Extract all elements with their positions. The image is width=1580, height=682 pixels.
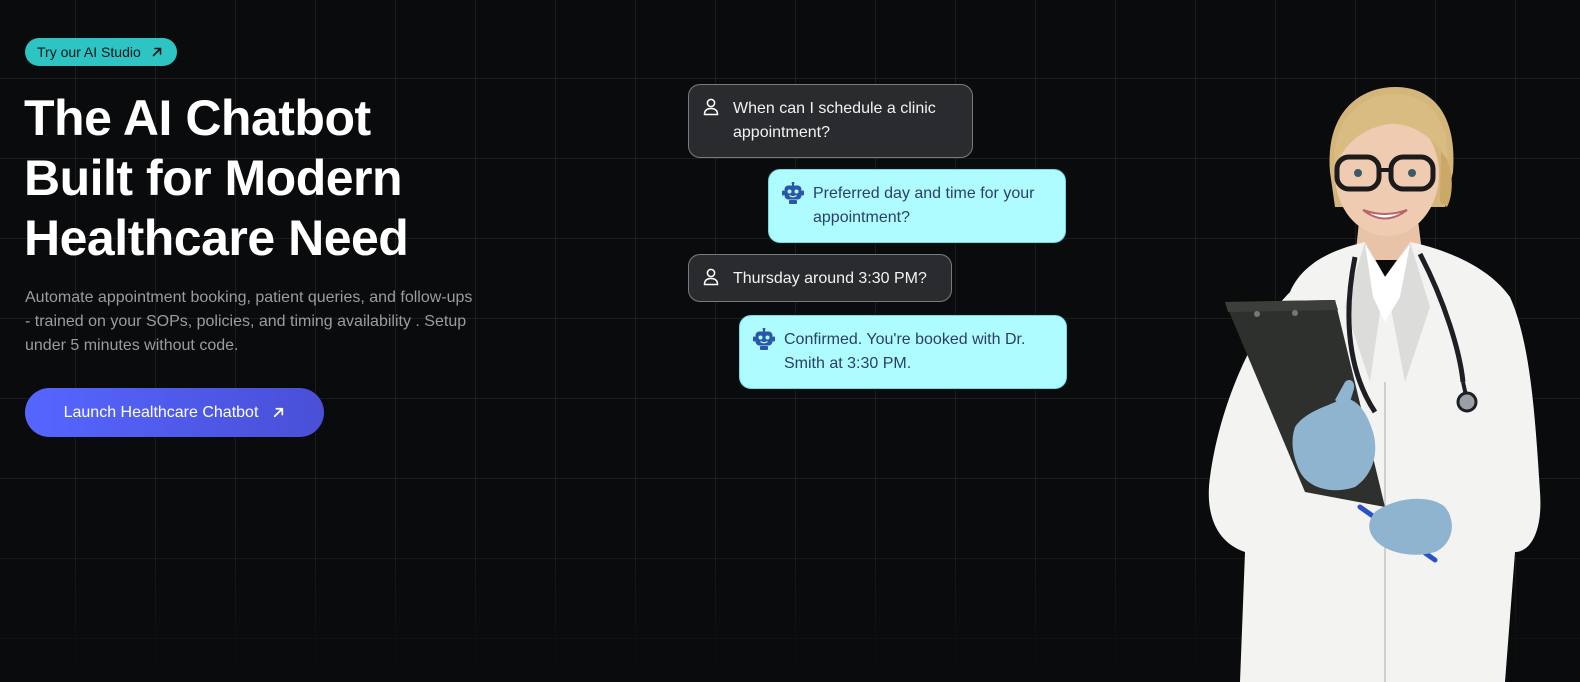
hero-title-line: The AI Chatbot [24, 90, 371, 146]
doctor-illustration [1208, 87, 1541, 682]
message-text: Confirmed. You're booked with Dr. Smith … [784, 331, 1026, 372]
chat-message-user: When can I schedule a clinic appointment… [688, 84, 973, 158]
badge-label: Try our AI Studio [37, 44, 141, 60]
hero-title-line: Built for Modern [24, 150, 403, 206]
user-icon [703, 98, 719, 116]
cta-label: Launch Healthcare Chatbot [63, 403, 259, 421]
user-icon [703, 268, 719, 286]
hero-subtitle: Automate appointment booking, patient qu… [25, 289, 473, 354]
hero-title: The AI Chatbot Built for Modern Healthca… [24, 88, 544, 268]
launch-healthcare-chatbot-button[interactable]: Launch Healthcare Chatbot [25, 388, 324, 437]
chat-message-bot: Preferred day and time for your appointm… [768, 169, 1066, 243]
message-text: Preferred day and time for your appointm… [813, 185, 1035, 226]
message-text: When can I schedule a clinic appointment… [733, 100, 936, 141]
robot-icon [753, 328, 775, 350]
message-text: Thursday around 3:30 PM? [733, 270, 927, 287]
chat-message-bot: Confirmed. You're booked with Dr. Smith … [739, 315, 1067, 389]
arrow-up-right-icon [274, 407, 284, 418]
hero-title-line: Healthcare Need [24, 210, 409, 266]
robot-icon [782, 182, 804, 204]
try-ai-studio-badge[interactable]: Try our AI Studio [25, 38, 177, 66]
chat-message-user: Thursday around 3:30 PM? [688, 254, 952, 302]
arrow-up-right-icon [152, 47, 162, 57]
